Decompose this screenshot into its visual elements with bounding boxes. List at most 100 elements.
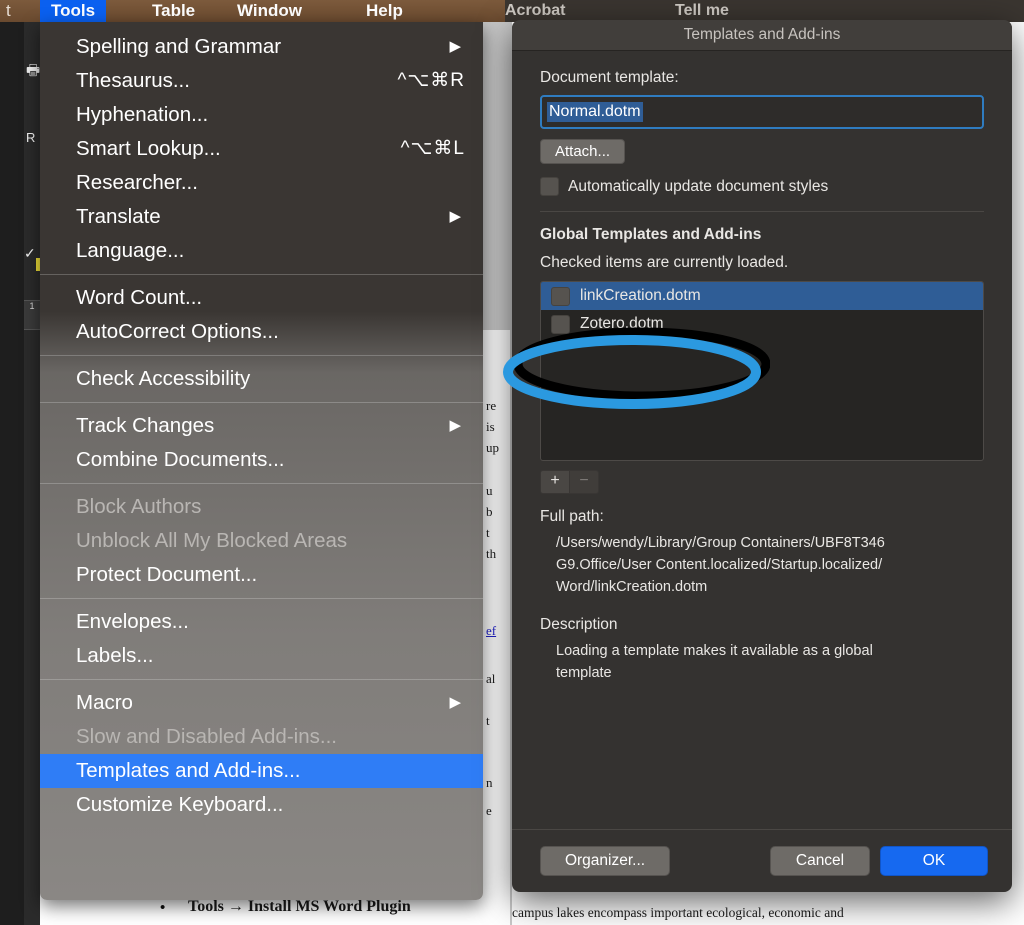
menu-item-block-authors: Block Authors [40, 490, 483, 524]
checkmark-icon: ✓ [24, 245, 36, 261]
menu-item-shortcut: ^⌥⌘L [400, 138, 465, 159]
menu-item-slow-and-disabled-add-ins: Slow and Disabled Add-ins... [40, 720, 483, 754]
list-item-label: Zotero.dotm [580, 315, 664, 332]
global-templates-list[interactable]: linkCreation.dotm Zotero.dotm [540, 281, 984, 461]
description-label: Description [540, 616, 618, 633]
menu-item-label: Hyphenation... [76, 103, 209, 126]
menu-separator [40, 274, 483, 275]
menu-item-label: Unblock All My Blocked Areas [76, 529, 348, 552]
auto-update-styles-row[interactable]: Automatically update document styles [540, 177, 984, 196]
submenu-arrow-icon: ▶ [449, 208, 461, 225]
menu-item-label: Customize Keyboard... [76, 793, 284, 816]
menu-item-label: Word Count... [76, 286, 203, 309]
menubar-item-acrobat[interactable]: Acrobat [505, 2, 565, 20]
menu-item-label: Translate [76, 205, 161, 228]
menu-item-label: Researcher... [76, 171, 198, 194]
menu-item-label: Envelopes... [76, 610, 189, 633]
menu-separator [40, 679, 483, 680]
menu-item-labels[interactable]: Labels... [40, 639, 483, 673]
printer-icon[interactable]: 🖶 [26, 60, 40, 85]
menu-item-label: Spelling and Grammar [76, 35, 282, 58]
menu-item-word-count[interactable]: Word Count... [40, 281, 483, 315]
menubar-item-tools[interactable]: Tools [40, 0, 107, 22]
menu-item-thesaurus[interactable]: Thesaurus... ^⌥⌘R [40, 64, 483, 98]
page-number-indicator: 1 [24, 300, 40, 330]
menu-item-hyphenation[interactable]: Hyphenation... [40, 98, 483, 132]
menu-separator [40, 402, 483, 403]
menu-item-researcher[interactable]: Researcher... [40, 166, 483, 200]
menu-item-label: Language... [76, 239, 185, 262]
menu-item-autocorrect-options[interactable]: AutoCorrect Options... [40, 315, 483, 349]
full-path-label: Full path: [540, 508, 604, 525]
menu-item-label: Track Changes [76, 414, 215, 437]
auto-update-styles-checkbox[interactable] [540, 177, 559, 196]
list-item-checkbox[interactable] [551, 314, 570, 334]
menu-item-customize-keyboard[interactable]: Customize Keyboard... [40, 788, 483, 822]
menubar-item-tellme[interactable]: Tell me [675, 2, 729, 20]
list-item-checkbox[interactable] [551, 286, 570, 306]
list-item[interactable]: linkCreation.dotm [541, 282, 983, 310]
description-value: Loading a template makes it available as… [556, 643, 873, 681]
list-add-remove-buttons[interactable]: + − [540, 470, 984, 494]
document-template-input[interactable]: Normal.dotm [540, 95, 984, 129]
menu-item-label: Combine Documents... [76, 448, 285, 471]
menu-item-label: AutoCorrect Options... [76, 320, 279, 343]
menu-item-label: Check Accessibility [76, 367, 251, 390]
document-template-value: Normal.dotm [547, 102, 643, 122]
dialog-title: Templates and Add-ins [512, 20, 1012, 51]
menu-item-check-accessibility[interactable]: Check Accessibility [40, 362, 483, 396]
menu-item-label: Smart Lookup... [76, 137, 221, 160]
menu-item-label: Labels... [76, 644, 154, 667]
menu-item-track-changes[interactable]: Track Changes ▶ [40, 409, 483, 443]
menubar-item-table[interactable]: Table [141, 0, 206, 22]
section-divider [540, 211, 984, 212]
organizer-button[interactable]: Organizer... [540, 846, 670, 876]
document-fragment-r: R [26, 130, 36, 145]
menu-item-combine-documents[interactable]: Combine Documents... [40, 443, 483, 477]
submenu-arrow-icon: ▶ [449, 417, 461, 434]
cancel-button[interactable]: Cancel [770, 846, 870, 876]
menu-item-label: Slow and Disabled Add-ins... [76, 725, 337, 748]
menu-separator [40, 598, 483, 599]
attach-button[interactable]: Attach... [540, 139, 626, 164]
menu-item-label: Block Authors [76, 495, 202, 518]
menu-item-language[interactable]: Language... [40, 234, 483, 268]
submenu-arrow-icon: ▶ [449, 694, 461, 711]
global-templates-heading: Global Templates and Add-ins [540, 226, 762, 243]
add-template-button[interactable]: + [540, 470, 570, 494]
menu-item-smart-lookup[interactable]: Smart Lookup... ^⌥⌘L [40, 132, 483, 166]
menu-item-shortcut: ^⌥⌘R [397, 70, 465, 91]
menu-separator [40, 483, 483, 484]
list-item[interactable]: Zotero.dotm [541, 310, 983, 338]
app-left-edge-strip [0, 22, 24, 925]
menu-item-spelling-and-grammar[interactable]: Spelling and Grammar ▶ [40, 30, 483, 64]
global-templates-subtext: Checked items are currently loaded. [540, 254, 789, 271]
menubar-item-window[interactable]: Window [226, 0, 313, 22]
document-template-label: Document template: [540, 69, 679, 86]
menu-item-label: Macro [76, 691, 133, 714]
ok-button[interactable]: OK [880, 846, 988, 876]
menu-item-translate[interactable]: Translate ▶ [40, 200, 483, 234]
menu-bar-right-section: Acrobat Tell me [505, 0, 1024, 22]
menu-separator [40, 355, 483, 356]
remove-template-button: − [570, 470, 599, 494]
menubar-item-help[interactable]: Help [355, 0, 414, 22]
submenu-arrow-icon: ▶ [449, 38, 461, 55]
menu-item-label: Thesaurus... [76, 69, 190, 92]
full-path-value: /Users/wendy/Library/Group Containers/UB… [556, 535, 885, 595]
auto-update-styles-label: Automatically update document styles [568, 177, 829, 195]
menubar-item-partial[interactable]: t [0, 0, 17, 22]
menu-item-envelopes[interactable]: Envelopes... [40, 605, 483, 639]
templates-and-addins-dialog: Templates and Add-ins Document template:… [512, 20, 1012, 892]
menu-item-protect-document[interactable]: Protect Document... [40, 558, 483, 592]
menu-item-label: Protect Document... [76, 563, 258, 586]
list-item-label: linkCreation.dotm [580, 287, 701, 304]
document-bullet-glyph: • [160, 900, 166, 916]
menu-item-templates-and-add-ins[interactable]: Templates and Add-ins... [40, 754, 483, 788]
document-right-line: campus lakes encompass important ecologi… [512, 905, 844, 920]
menu-item-macro[interactable]: Macro ▶ [40, 686, 483, 720]
menu-item-label: Templates and Add-ins... [76, 759, 301, 782]
menu-item-unblock-all-my-blocked-areas: Unblock All My Blocked Areas [40, 524, 483, 558]
tools-dropdown-menu[interactable]: Spelling and Grammar ▶ Thesaurus... ^⌥⌘R Hyp… [40, 22, 483, 900]
dialog-footer: Organizer... Cancel OK [512, 829, 1012, 892]
